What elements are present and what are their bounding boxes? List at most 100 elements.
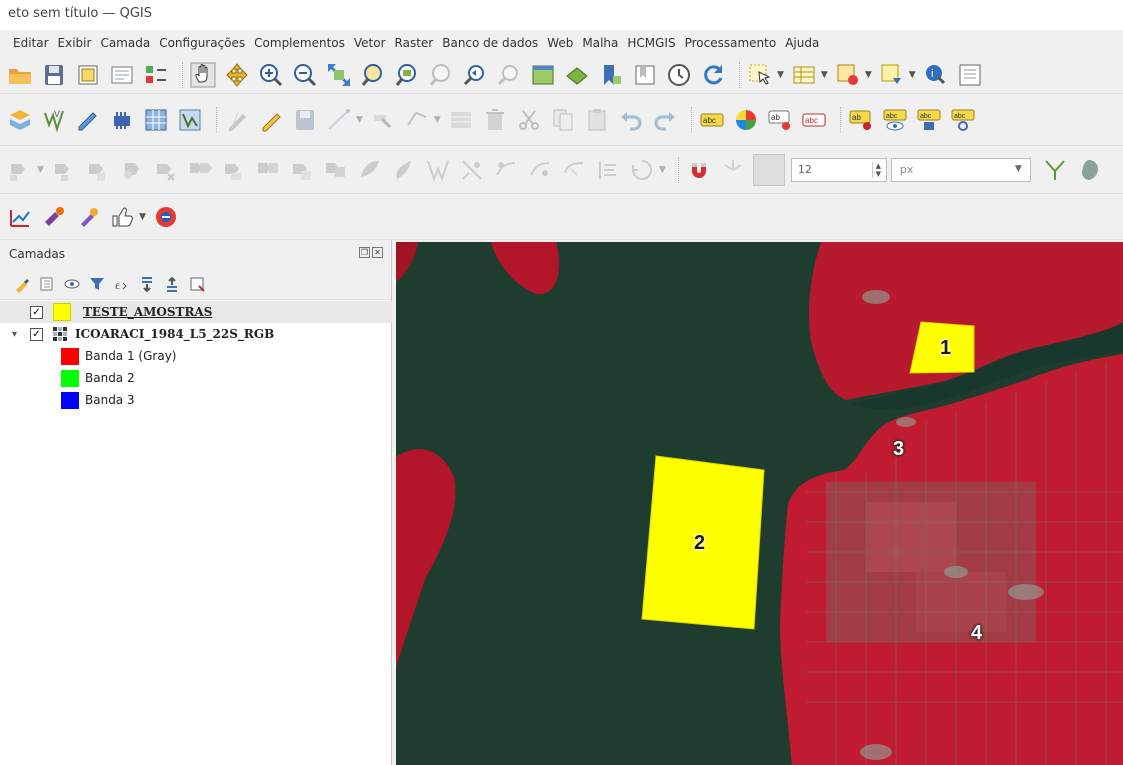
layout-manager-icon[interactable] [108,61,136,89]
field-calculator-icon[interactable] [956,61,984,89]
split-features-icon[interactable] [254,156,282,184]
merge-attributes-icon[interactable] [356,156,384,184]
rotate-label-icon[interactable]: abc [949,106,977,134]
move-label-icon[interactable]: abc [915,106,943,134]
modify-dropdown-icon[interactable]: ▼ [434,115,441,125]
menu-malha[interactable]: Malha [582,36,618,50]
show-bookmarks-icon[interactable] [631,61,659,89]
offset-point-symbols-icon[interactable] [424,156,452,184]
new-map-view-icon[interactable] [529,61,557,89]
delete-part-icon[interactable] [152,156,180,184]
rotate-point-symbols-icon[interactable] [390,156,418,184]
layer-row-teste-amostras[interactable]: ✓ TESTE_AMOSTRAS [0,301,392,323]
menu-ajuda[interactable]: Ajuda [785,36,819,50]
split-parts-icon[interactable] [288,156,316,184]
layer-visibility-checkbox[interactable]: ✓ [30,327,43,341]
trim-extend-icon[interactable] [458,156,486,184]
menu-web[interactable]: Web [547,36,573,50]
new-shapefile-layer-icon[interactable]: V [40,106,68,134]
deselect-dropdown-icon[interactable]: ▼ [865,70,872,80]
style-manager-icon[interactable] [142,61,170,89]
redo-icon[interactable] [651,106,679,134]
add-line-feature-icon[interactable] [325,106,353,134]
zoom-last-icon[interactable] [461,61,489,89]
spin-arrows-icon[interactable]: ▲ ▼ [871,161,884,178]
cad-tools-icon[interactable] [628,156,656,184]
menu-exibir[interactable]: Exibir [58,36,92,50]
snapping-type-dropdown[interactable] [752,153,785,186]
select-features-dropdown-icon[interactable]: ▼ [777,70,784,80]
snapping-tolerance-spinbox[interactable]: 12 ▲ ▼ [790,157,887,182]
menu-editar[interactable]: Editar [13,36,49,50]
snapping-options-icon[interactable] [719,156,747,184]
delete-selected-icon[interactable] [481,106,509,134]
plugin-wrench-icon[interactable] [40,203,68,231]
toggle-label-display-icon[interactable]: abc [881,106,909,134]
pin-unpin-labels-icon[interactable]: abc [800,106,828,134]
offset-curve-icon[interactable] [220,156,248,184]
menu-complementos[interactable]: Complementos [254,36,345,50]
record-plugin-icon[interactable] [152,203,180,231]
split-by-line-icon[interactable] [526,156,554,184]
pan-to-selection-icon[interactable] [223,61,251,89]
zoom-to-layer-icon[interactable] [393,61,421,89]
simplify-features-icon[interactable] [492,156,520,184]
refresh-icon[interactable] [699,61,727,89]
data-source-manager-icon[interactable] [6,106,34,134]
digitize-icon[interactable] [74,106,102,134]
highlight-pinned-labels-icon[interactable]: ab [766,106,794,134]
menu-banco-de-dados[interactable]: Banco de dados [442,36,538,50]
new-print-layout-icon[interactable] [74,61,102,89]
menu-camada[interactable]: Camada [100,36,150,50]
reshape-features-icon[interactable] [186,156,214,184]
add-feature-dropdown-icon[interactable]: ▼ [356,115,363,125]
layer-visibility-checkbox[interactable]: ✓ [30,305,43,319]
attribute-table-dropdown-icon[interactable]: ▼ [821,70,828,80]
manage-map-themes-icon[interactable] [62,274,82,294]
layer-row-icoaraci[interactable]: ▾ ✓ ICOARACI_1984_L5_22S_RGB [0,323,392,345]
save-icon[interactable] [40,61,68,89]
delete-ring-icon[interactable] [84,156,112,184]
vertex-tool-icon[interactable] [369,106,397,134]
undo-icon[interactable] [617,106,645,134]
remove-layer-icon[interactable] [187,274,207,294]
new-virtual-layer-icon[interactable] [142,106,170,134]
new-bookmark-icon[interactable] [597,61,625,89]
open-layer-styling-icon[interactable] [12,274,32,294]
toggle-editing-icon[interactable] [223,106,251,134]
new-3d-map-view-icon[interactable] [563,61,591,89]
new-geopackage-layer-icon[interactable] [176,106,204,134]
line-align-icon[interactable] [594,156,622,184]
xyz-tools-icon[interactable] [6,203,34,231]
close-panel-icon[interactable]: ✕ [372,247,383,258]
deselect-features-icon[interactable] [834,61,862,89]
menu-hcmgis[interactable]: HCMGIS [627,36,675,50]
new-temporary-layer-icon[interactable] [108,106,136,134]
plugin-brush-icon[interactable] [74,203,102,231]
map-canvas[interactable]: 1 2 3 4 [396,242,1123,765]
select-by-expression-icon[interactable] [878,61,906,89]
zoom-next-icon[interactable] [495,61,523,89]
float-panel-icon[interactable]: ❐ [359,247,370,258]
add-group-icon[interactable] [37,274,57,294]
zoom-full-icon[interactable] [325,61,353,89]
cut-features-icon[interactable] [515,106,543,134]
cad-tools-dropdown-icon[interactable]: ▼ [659,165,666,175]
collapse-all-icon[interactable] [162,274,182,294]
current-edits-icon[interactable] [257,106,285,134]
open-folder-icon[interactable] [6,61,34,89]
add-ring-dropdown-icon[interactable]: ▼ [37,165,44,175]
expand-all-icon[interactable] [137,274,157,294]
zoom-in-icon[interactable] [257,61,285,89]
plugin-dropdown-icon[interactable]: ▼ [139,212,146,222]
snap-topology-icon[interactable] [1041,156,1069,184]
fill-ring-icon[interactable] [50,156,78,184]
copy-features-icon[interactable] [549,106,577,134]
filter-by-expression-icon[interactable]: ε [112,274,132,294]
pan-hand-icon[interactable] [189,61,217,89]
add-part-icon[interactable] [118,156,146,184]
add-ring-icon[interactable] [6,156,34,184]
temporal-controller-icon[interactable] [665,61,693,89]
show-hide-labels-icon[interactable]: ab [847,106,875,134]
select-features-icon[interactable] [746,61,774,89]
